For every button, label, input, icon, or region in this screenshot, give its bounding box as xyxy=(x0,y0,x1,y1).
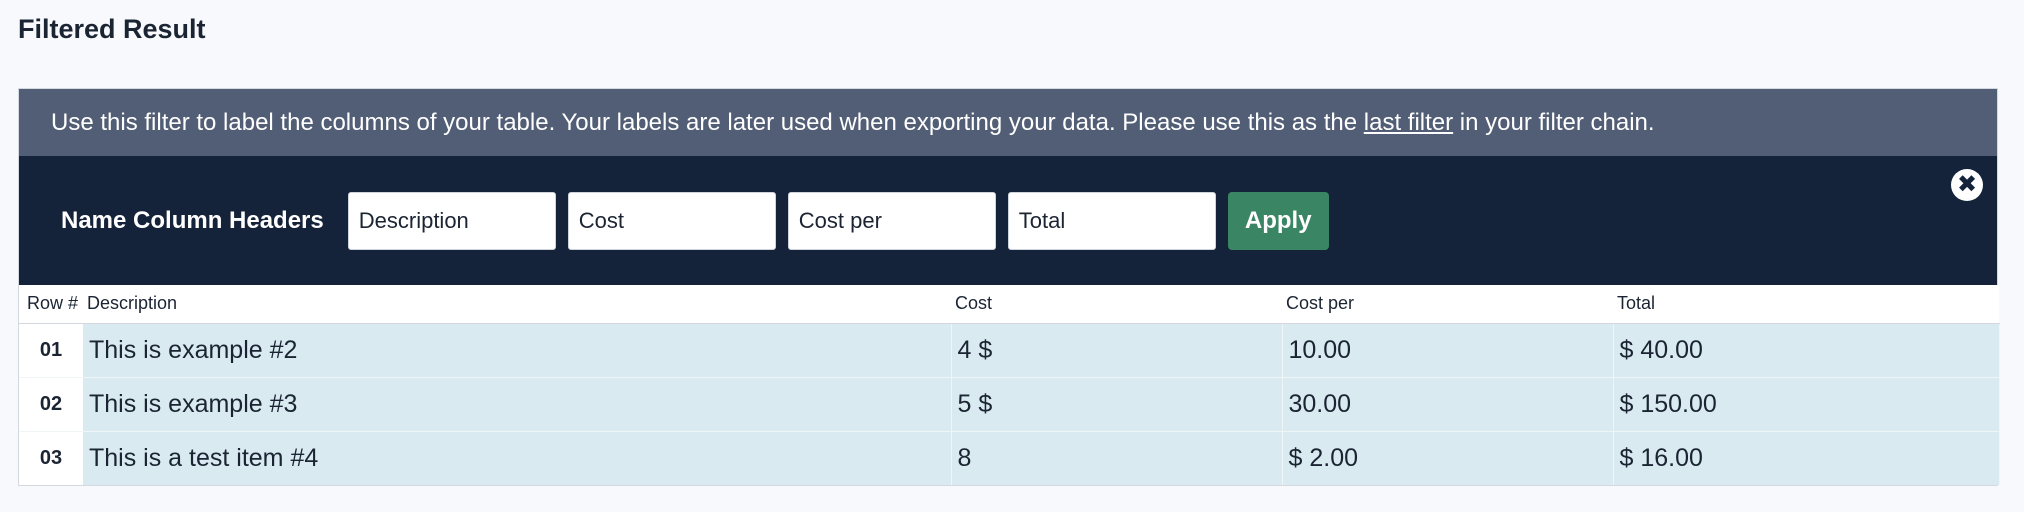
cell-cost: 5 $ xyxy=(951,377,1283,432)
cell-total: $ 40.00 xyxy=(1613,323,2000,378)
cell-cost: 8 xyxy=(951,431,1283,485)
column-header-row-number: Row # xyxy=(19,285,83,324)
table-row: 02 This is example #3 5 $ 30.00 $ 150.00 xyxy=(19,377,2000,432)
page-title: Filtered Result xyxy=(18,14,206,44)
filter-panel: Use this filter to label the columns of … xyxy=(18,88,2000,486)
column-header-cost: Cost xyxy=(951,285,1282,324)
result-table: Row # Description Cost Cost per Total 01… xyxy=(19,285,2000,485)
row-number: 02 xyxy=(19,377,83,432)
table-row: 03 This is a test item #4 8 $ 2.00 $ 16.… xyxy=(19,431,2000,485)
column-header-cost-per: Cost per xyxy=(1282,285,1613,324)
cell-total: $ 150.00 xyxy=(1613,377,2000,432)
cell-description: This is example #2 xyxy=(83,323,952,378)
cell-total: $ 16.00 xyxy=(1613,431,2000,485)
cell-cost-per: $ 2.00 xyxy=(1282,431,1614,485)
info-text-before: Use this filter to label the columns of … xyxy=(51,109,1364,136)
filter-label: Name Column Headers xyxy=(61,206,324,234)
close-icon[interactable]: ✖ xyxy=(1951,169,1983,201)
info-bar: Use this filter to label the columns of … xyxy=(19,89,1997,156)
cell-description: This is example #3 xyxy=(83,377,952,432)
cost-per-header-input[interactable] xyxy=(787,191,996,250)
cell-cost-per: 30.00 xyxy=(1282,377,1614,432)
row-number: 01 xyxy=(19,323,83,378)
description-header-input[interactable] xyxy=(347,191,556,250)
cell-cost: 4 $ xyxy=(951,323,1283,378)
info-text-after: in your filter chain. xyxy=(1453,109,1655,136)
column-header-total: Total xyxy=(1613,285,1999,324)
table-row: 01 This is example #2 4 $ 10.00 $ 40.00 xyxy=(19,323,2000,378)
row-number: 03 xyxy=(19,431,83,485)
last-filter-link[interactable]: last filter xyxy=(1364,109,1453,136)
cell-cost-per: 10.00 xyxy=(1282,323,1614,378)
cost-header-input[interactable] xyxy=(567,191,776,250)
table-header-row: Row # Description Cost Cost per Total xyxy=(19,285,1999,324)
column-header-description: Description xyxy=(83,285,951,324)
cell-description: This is a test item #4 xyxy=(83,431,952,485)
apply-button[interactable]: Apply xyxy=(1227,191,1329,250)
total-header-input[interactable] xyxy=(1007,191,1216,250)
filter-bar: Name Column Headers Apply ✖ xyxy=(19,156,1997,285)
